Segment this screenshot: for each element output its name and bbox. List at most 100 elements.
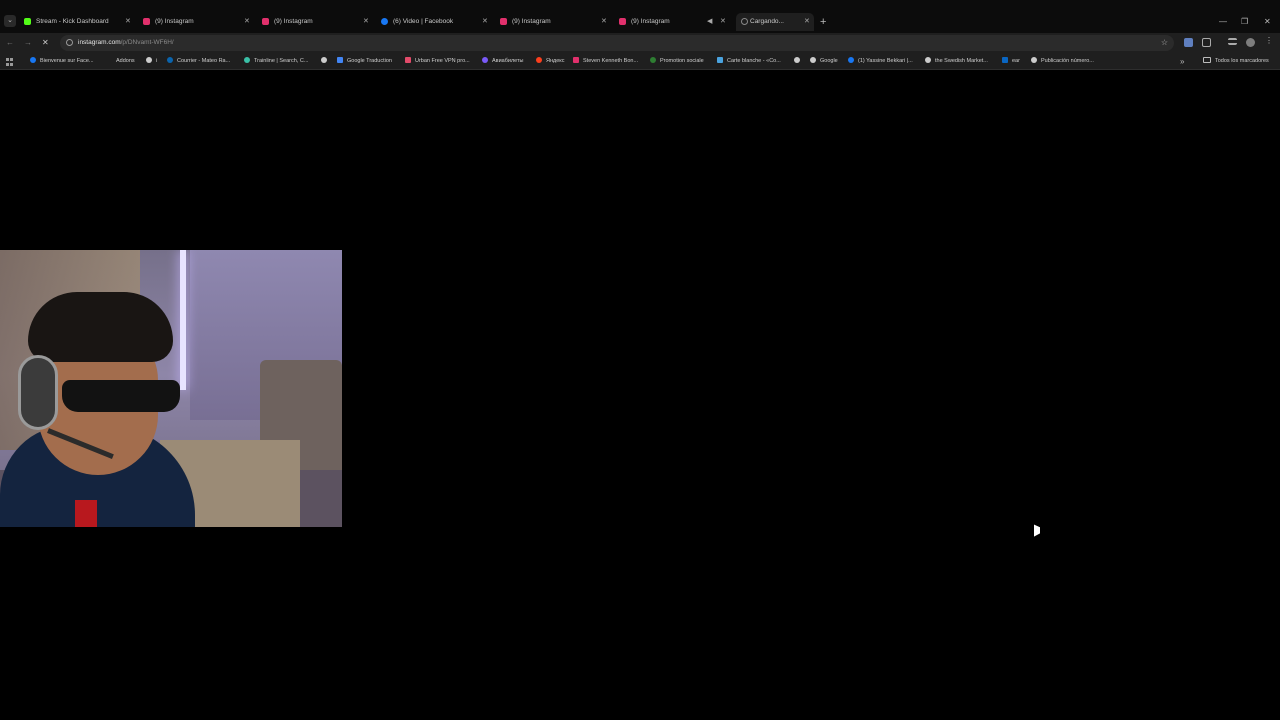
bookmark-item[interactable]: Яндекс bbox=[536, 53, 565, 70]
bookmark-item[interactable]: Bienvenue sur Face... bbox=[30, 53, 94, 70]
globe-icon bbox=[794, 57, 800, 63]
speaker-icon[interactable]: ◀ bbox=[707, 13, 712, 31]
forward-icon[interactable]: → bbox=[24, 37, 32, 49]
webcam-person-sunglasses bbox=[62, 380, 180, 412]
site-info-icon[interactable] bbox=[66, 39, 73, 46]
webcam-person-hair bbox=[28, 292, 173, 362]
window-close-icon[interactable]: ✕ bbox=[1264, 13, 1271, 31]
bookmark-label: Addons bbox=[116, 58, 135, 64]
bookmark-label: Яндекс bbox=[546, 58, 565, 64]
bookmark-item[interactable]: Addons bbox=[116, 53, 135, 70]
url-text[interactable]: instagram.com/p/DNvamt-WF6H/ bbox=[78, 35, 174, 51]
tab-title: (9) Instagram bbox=[512, 18, 551, 25]
globe-icon bbox=[146, 57, 152, 63]
folder-icon bbox=[1203, 57, 1211, 63]
kick-icon bbox=[24, 18, 31, 25]
tab-instagram-3[interactable]: (9) Instagram ✕ bbox=[500, 13, 612, 31]
tab-loading-active[interactable]: Cargando... ✕ bbox=[736, 13, 814, 31]
close-icon[interactable]: ✕ bbox=[720, 13, 726, 31]
bookmark-label: Courrier - Mateo Ra... bbox=[177, 58, 231, 64]
bookmark-label: Google Traduction bbox=[347, 58, 392, 64]
close-icon[interactable]: ✕ bbox=[601, 13, 607, 31]
bookmark-item[interactable]: Trainline | Search, C... bbox=[244, 53, 308, 70]
bookmark-item[interactable]: Publicación número... bbox=[1031, 53, 1094, 70]
profile-avatar[interactable] bbox=[1246, 38, 1255, 47]
address-bar[interactable]: instagram.com/p/DNvamt-WF6H/ ☆ bbox=[60, 35, 1174, 51]
bookmark-item[interactable]: Promotion sociale bbox=[650, 53, 704, 70]
stop-loading-icon[interactable]: ✕ bbox=[42, 37, 49, 49]
bookmark-star-icon[interactable]: ☆ bbox=[1161, 35, 1168, 51]
bookmark-item[interactable] bbox=[321, 53, 331, 70]
minimize-icon[interactable]: — bbox=[1219, 13, 1227, 31]
bookmark-label: Publicación número... bbox=[1041, 58, 1094, 64]
bookmark-item[interactable]: Carte blanche - «Co... bbox=[717, 53, 781, 70]
leaf-icon bbox=[650, 57, 656, 63]
all-bookmarks-label: Todos los marcadores bbox=[1215, 58, 1269, 64]
new-tab-button[interactable]: + bbox=[820, 13, 826, 31]
webcam-overlay bbox=[0, 250, 342, 527]
menu-icon[interactable]: ⋮ bbox=[1265, 36, 1273, 45]
bookmark-label: i bbox=[156, 58, 158, 64]
bookmark-item[interactable]: Steven Kenneth Bon... bbox=[573, 53, 638, 70]
tab-kick-dashboard[interactable]: Stream - Kick Dashboard ✕ bbox=[24, 13, 136, 31]
headset-icon bbox=[18, 355, 58, 430]
tab-title: Cargando... bbox=[750, 18, 784, 25]
tab-strip: ⌄ Stream - Kick Dashboard ✕ (9) Instagra… bbox=[0, 0, 1280, 33]
more-bookmarks-icon[interactable]: » bbox=[1180, 53, 1184, 70]
url-path: /p/DNvamt-WF6H/ bbox=[120, 39, 174, 46]
bookmark-label: (1) Yassine Bekkari |... bbox=[858, 58, 913, 64]
bookmark-label: Steven Kenneth Bon... bbox=[583, 58, 639, 64]
extensions-icon[interactable] bbox=[1202, 38, 1211, 47]
bookmark-item[interactable]: the Swedish Market... bbox=[925, 53, 988, 70]
facebook-icon bbox=[30, 57, 36, 63]
bookmark-label: the Swedish Market... bbox=[935, 58, 988, 64]
webcam-person-tie bbox=[75, 500, 97, 527]
bookmark-item[interactable]: Авиабилеты bbox=[482, 53, 524, 70]
instagram-icon bbox=[500, 18, 507, 25]
mouse-cursor-icon bbox=[1034, 524, 1040, 540]
bookmark-item[interactable]: (1) Yassine Bekkari |... bbox=[848, 53, 913, 70]
bookmark-item[interactable]: Google bbox=[810, 53, 838, 70]
tab-title: (6) Video | Facebook bbox=[393, 18, 454, 25]
instagram-icon bbox=[143, 18, 150, 25]
tab-facebook-video[interactable]: (6) Video | Facebook ✕ bbox=[381, 13, 493, 31]
bookmark-label: Trainline | Search, C... bbox=[254, 58, 309, 64]
close-icon[interactable]: ✕ bbox=[482, 13, 488, 31]
bookmark-item[interactable]: Google Traduction bbox=[337, 53, 392, 70]
tab-search-icon[interactable]: ⌄ bbox=[4, 15, 16, 27]
bookmark-label: Promotion sociale bbox=[660, 58, 704, 64]
tab-instagram-4[interactable]: (9) Instagram ◀ ✕ bbox=[619, 13, 731, 31]
plane-icon bbox=[482, 57, 488, 63]
close-icon[interactable]: ✕ bbox=[363, 13, 369, 31]
tab-instagram-1[interactable]: (9) Instagram ✕ bbox=[143, 13, 255, 31]
outlook-icon bbox=[167, 57, 173, 63]
bookmark-label: ear bbox=[1012, 58, 1020, 64]
bookmark-item[interactable] bbox=[794, 53, 804, 70]
loading-icon bbox=[741, 18, 748, 25]
vpn-icon bbox=[405, 57, 411, 63]
bookmark-item[interactable]: ear bbox=[1002, 53, 1020, 70]
media-controls-icon[interactable] bbox=[1228, 38, 1237, 45]
tab-title: Stream - Kick Dashboard bbox=[36, 18, 109, 25]
translate-extension-icon[interactable] bbox=[1184, 38, 1193, 47]
tab-instagram-2[interactable]: (9) Instagram ✕ bbox=[262, 13, 374, 31]
bookmark-item[interactable]: Courrier - Mateo Ra... bbox=[167, 53, 230, 70]
translate-icon bbox=[337, 57, 343, 63]
close-icon[interactable]: ✕ bbox=[125, 13, 131, 31]
bookmark-item[interactable]: Urban Free VPN pro... bbox=[405, 53, 470, 70]
bookmark-label: Urban Free VPN pro... bbox=[415, 58, 470, 64]
back-icon[interactable]: ← bbox=[6, 37, 14, 49]
globe-icon bbox=[1031, 57, 1037, 63]
all-bookmarks-button[interactable]: Todos los marcadores bbox=[1203, 53, 1269, 70]
close-icon[interactable]: ✕ bbox=[804, 13, 810, 31]
bookmark-label: Google bbox=[820, 58, 838, 64]
tab-title: (9) Instagram bbox=[274, 18, 313, 25]
restore-icon[interactable]: ❐ bbox=[1241, 13, 1248, 31]
close-icon[interactable]: ✕ bbox=[244, 13, 250, 31]
webcam-light bbox=[180, 250, 186, 390]
instagram-icon bbox=[573, 57, 579, 63]
bookmark-item[interactable]: i bbox=[146, 53, 157, 70]
apps-icon[interactable] bbox=[6, 58, 14, 66]
s-icon bbox=[717, 57, 723, 63]
instagram-icon bbox=[619, 18, 626, 25]
